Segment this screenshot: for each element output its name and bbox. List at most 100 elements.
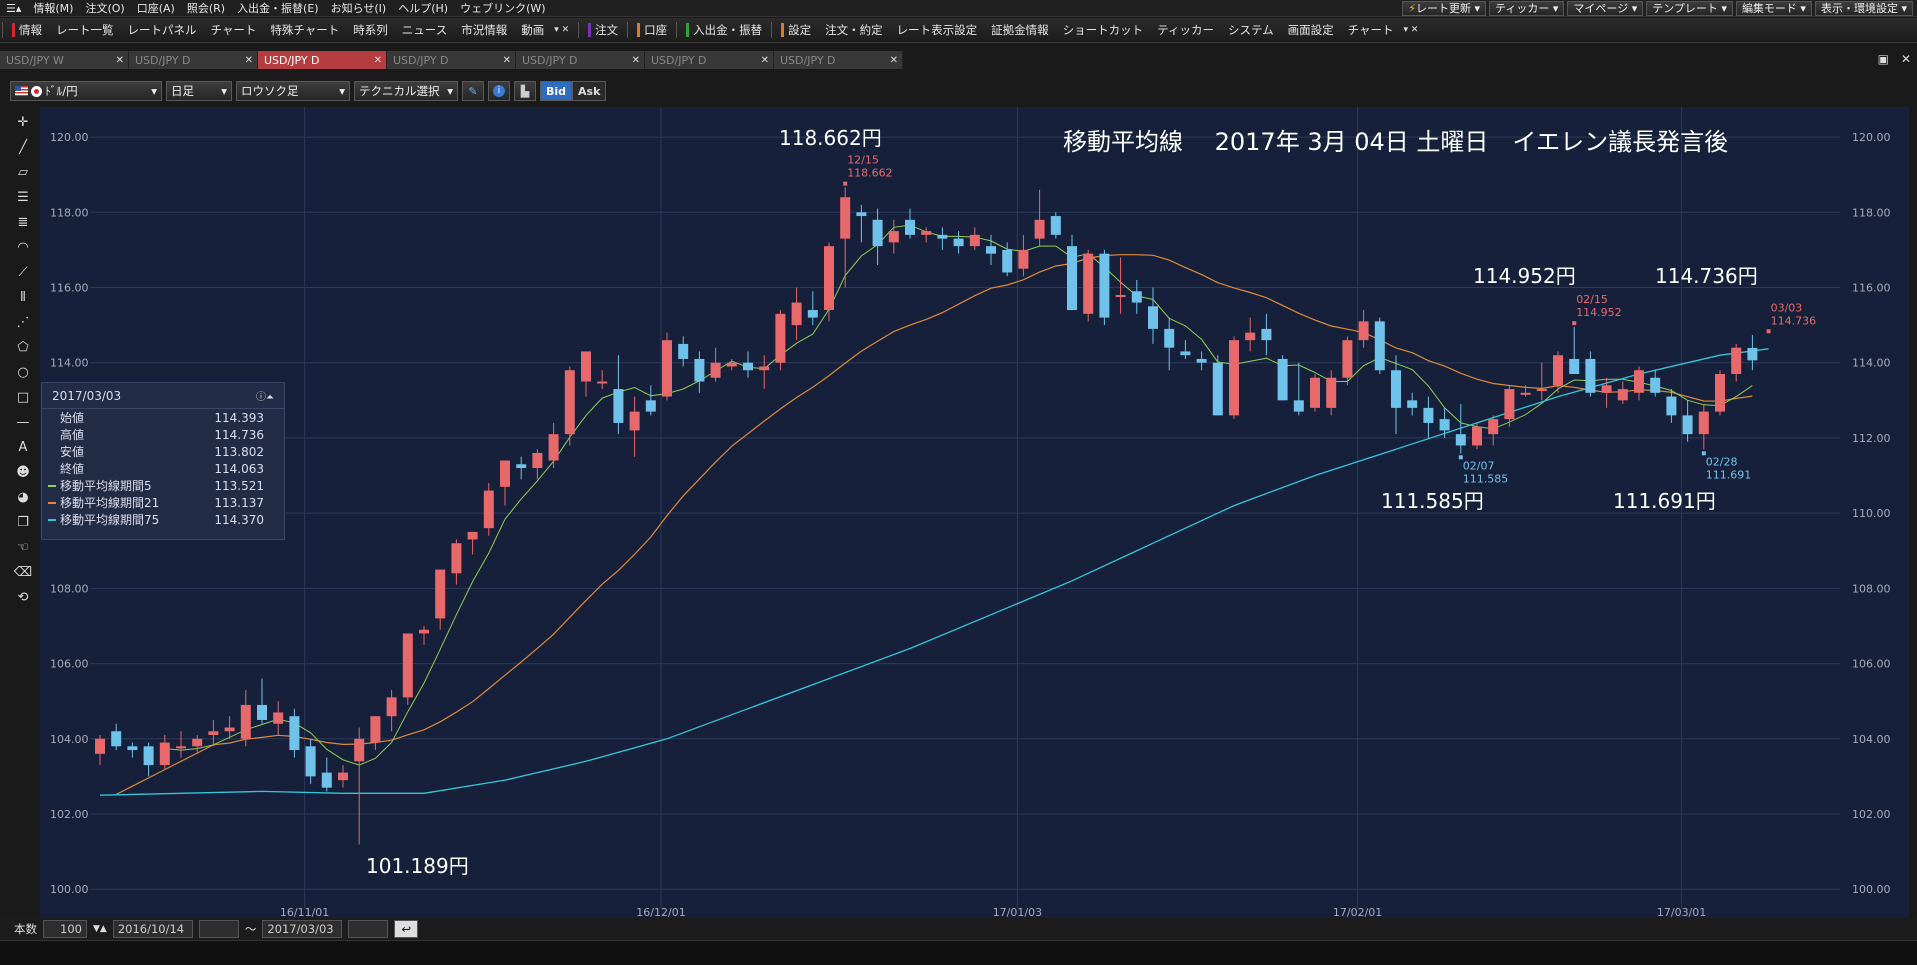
toolbar-item[interactable]: ティッカー (1150, 22, 1221, 38)
crosshair-tool-icon[interactable]: ✛ (11, 110, 35, 135)
candle (937, 227, 948, 250)
ruler-tool-icon[interactable]: ▱ (11, 160, 35, 185)
toolbar-item[interactable]: 証拠金情報 (984, 22, 1056, 38)
to-time-input[interactable] (348, 920, 389, 938)
close-tab-icon[interactable]: ✕ (374, 55, 382, 66)
ticker-button[interactable]: ティッカー ▾ (1489, 1, 1565, 16)
candle (856, 204, 867, 243)
emoji-tool-icon[interactable]: ☻ (11, 460, 35, 485)
edit-mode-button[interactable]: 編集モード ▾ (1735, 1, 1812, 16)
hand-tool-icon[interactable]: ☜ (11, 535, 35, 560)
display-settings-button[interactable]: 表示・環境設定 ▾ (1814, 1, 1913, 16)
mypage-button[interactable]: マイページ ▾ (1567, 1, 1644, 16)
toolbar-item[interactable]: システム (1221, 22, 1281, 38)
close-tab-icon[interactable]: ✕ (245, 55, 253, 66)
toolbar-item[interactable]: レート表示設定 (890, 22, 985, 38)
toolbar-item[interactable]: 口座 (630, 22, 674, 38)
chart-style-select[interactable]: ロウソク足 ▾ (236, 81, 350, 101)
us-flag-icon (15, 86, 28, 96)
count-stepper[interactable]: ▼▲ (93, 924, 107, 934)
chart-tab[interactable]: USD/JPY D ✕ (258, 51, 387, 69)
vertical-lines-tool-icon[interactable]: ⦀ (11, 285, 35, 310)
menu-weblink[interactable]: ウェブリンク(W) (454, 0, 551, 16)
circle-tool-icon[interactable]: ○ (11, 360, 35, 385)
toolbar-item[interactable]: レート一覧 (49, 22, 121, 38)
from-date-input[interactable]: 2016/10/14 (112, 920, 193, 938)
toolbar-dropdown-icon[interactable]: ▾ ✕ (1404, 25, 1419, 35)
timeframe-select[interactable]: 日足 ▾ (166, 81, 232, 101)
fibonacci-arc-tool-icon[interactable]: ◠ (11, 235, 35, 260)
menu-deposit[interactable]: 入出金・振替(E) (231, 0, 325, 16)
horizontal-lines-tool-icon[interactable]: ☰ (11, 185, 35, 210)
close-window-icon[interactable]: ✕ (1901, 52, 1911, 66)
currency-pair-select[interactable]: ﾄﾞﾙ/円 ▾ (10, 81, 162, 101)
apply-button[interactable]: ↩ (394, 920, 419, 938)
chart-tab[interactable]: USD/JPY W ✕ (0, 51, 129, 69)
toolbar-item[interactable]: 市況情報 (454, 22, 514, 38)
copy-tool-icon[interactable]: ❐ (11, 510, 35, 535)
toolbar-item[interactable]: ショートカット (1056, 22, 1151, 38)
chart-tab[interactable]: USD/JPY D ✕ (774, 51, 903, 69)
maximize-icon[interactable]: ▣ (1878, 52, 1889, 66)
text-tool-icon[interactable]: A (11, 435, 35, 460)
toolbar-item[interactable]: チャート ▾ ✕ (1341, 22, 1426, 38)
toolbar-item[interactable]: チャート (204, 22, 264, 38)
close-tab-icon[interactable]: ✕ (503, 55, 511, 66)
toolbar-item[interactable]: 注文 (581, 22, 625, 38)
toolbar-item[interactable]: 設定 (774, 22, 818, 38)
toolbar-dropdown-icon[interactable]: ▾ ✕ (554, 25, 569, 35)
toolbar-item[interactable]: 入出金・振替 (679, 22, 769, 38)
toolbar-item[interactable]: レートパネル (121, 22, 204, 38)
rate-update-button[interactable]: ⚡レート更新 ▾ (1402, 1, 1487, 16)
trendline-tool-icon[interactable]: ╱ (11, 135, 35, 160)
chart-tab[interactable]: USD/JPY D ✕ (645, 51, 774, 69)
to-date-input[interactable]: 2017/03/03 (262, 920, 343, 938)
toolbar-item[interactable]: 時系列 (346, 22, 395, 38)
toolbar-item[interactable]: 特殊チャート (263, 22, 346, 38)
chart-type-button[interactable]: ▙ (514, 81, 536, 101)
pitchfork-tool-icon[interactable]: ⋰ (11, 310, 35, 335)
close-tab-icon[interactable]: ✕ (761, 55, 769, 66)
technical-select[interactable]: テクニカル選択 ▾ (354, 81, 458, 101)
menu-account[interactable]: 口座(A) (131, 0, 181, 16)
annotation-low-feb28: 111.691円 (1613, 489, 1716, 513)
eraser-tool-icon[interactable]: ⌫ (11, 560, 35, 585)
reset-tool-icon[interactable]: ⟲ (11, 585, 35, 610)
template-button[interactable]: テンプレート ▾ (1646, 1, 1733, 16)
candle (321, 757, 332, 792)
channel-tool-icon[interactable]: ≣ (11, 210, 35, 235)
close-tab-icon[interactable]: ✕ (890, 55, 898, 66)
toolbar-item[interactable]: 情報 (5, 22, 49, 38)
rectangle-tool-icon[interactable]: □ (11, 385, 35, 410)
chart-tab[interactable]: USD/JPY D ✕ (387, 51, 516, 69)
menu-order[interactable]: 注文(O) (79, 0, 130, 16)
close-tab-icon[interactable]: ✕ (116, 55, 124, 66)
toolbar-item[interactable]: 画面設定 (1281, 22, 1341, 38)
menu-notice[interactable]: お知らせ(I) (325, 0, 393, 16)
collapse-icon[interactable]: ⓘ⏶ (256, 388, 274, 403)
candle (1439, 407, 1450, 438)
candle-body (1407, 400, 1418, 408)
toolbar-item[interactable]: ニュース (395, 22, 454, 38)
ask-button[interactable]: Ask (572, 81, 607, 101)
info-button[interactable]: i (488, 81, 510, 101)
line-tool-icon[interactable]: — (11, 410, 35, 435)
from-time-input[interactable] (198, 920, 239, 938)
close-tab-icon[interactable]: ✕ (632, 55, 640, 66)
fan-tool-icon[interactable]: ⟋ (11, 260, 35, 285)
chart-tab[interactable]: USD/JPY D ✕ (516, 51, 645, 69)
menu-info[interactable]: 情報(M) (27, 0, 79, 16)
bid-button[interactable]: Bid (540, 81, 573, 101)
toolbar-item[interactable]: 動画 ▾ ✕ (514, 22, 576, 38)
pentagon-tool-icon[interactable]: ⬠ (11, 335, 35, 360)
candle-body (986, 246, 996, 254)
toolbar-item[interactable]: 注文・約定 (818, 22, 890, 38)
menu-help[interactable]: ヘルプ(H) (392, 0, 454, 16)
pin-tool-icon[interactable]: ◕ (11, 485, 35, 510)
chart-tab[interactable]: USD/JPY D ✕ (129, 51, 258, 69)
count-input[interactable]: 100 (43, 920, 87, 938)
menu-inquiry[interactable]: 照会(R) (181, 0, 231, 16)
x-tick: 16/12/01 (636, 906, 685, 918)
app-menu-icon[interactable]: ☰▴ (0, 2, 27, 15)
draw-pencil-button[interactable]: ✎ (462, 81, 484, 101)
